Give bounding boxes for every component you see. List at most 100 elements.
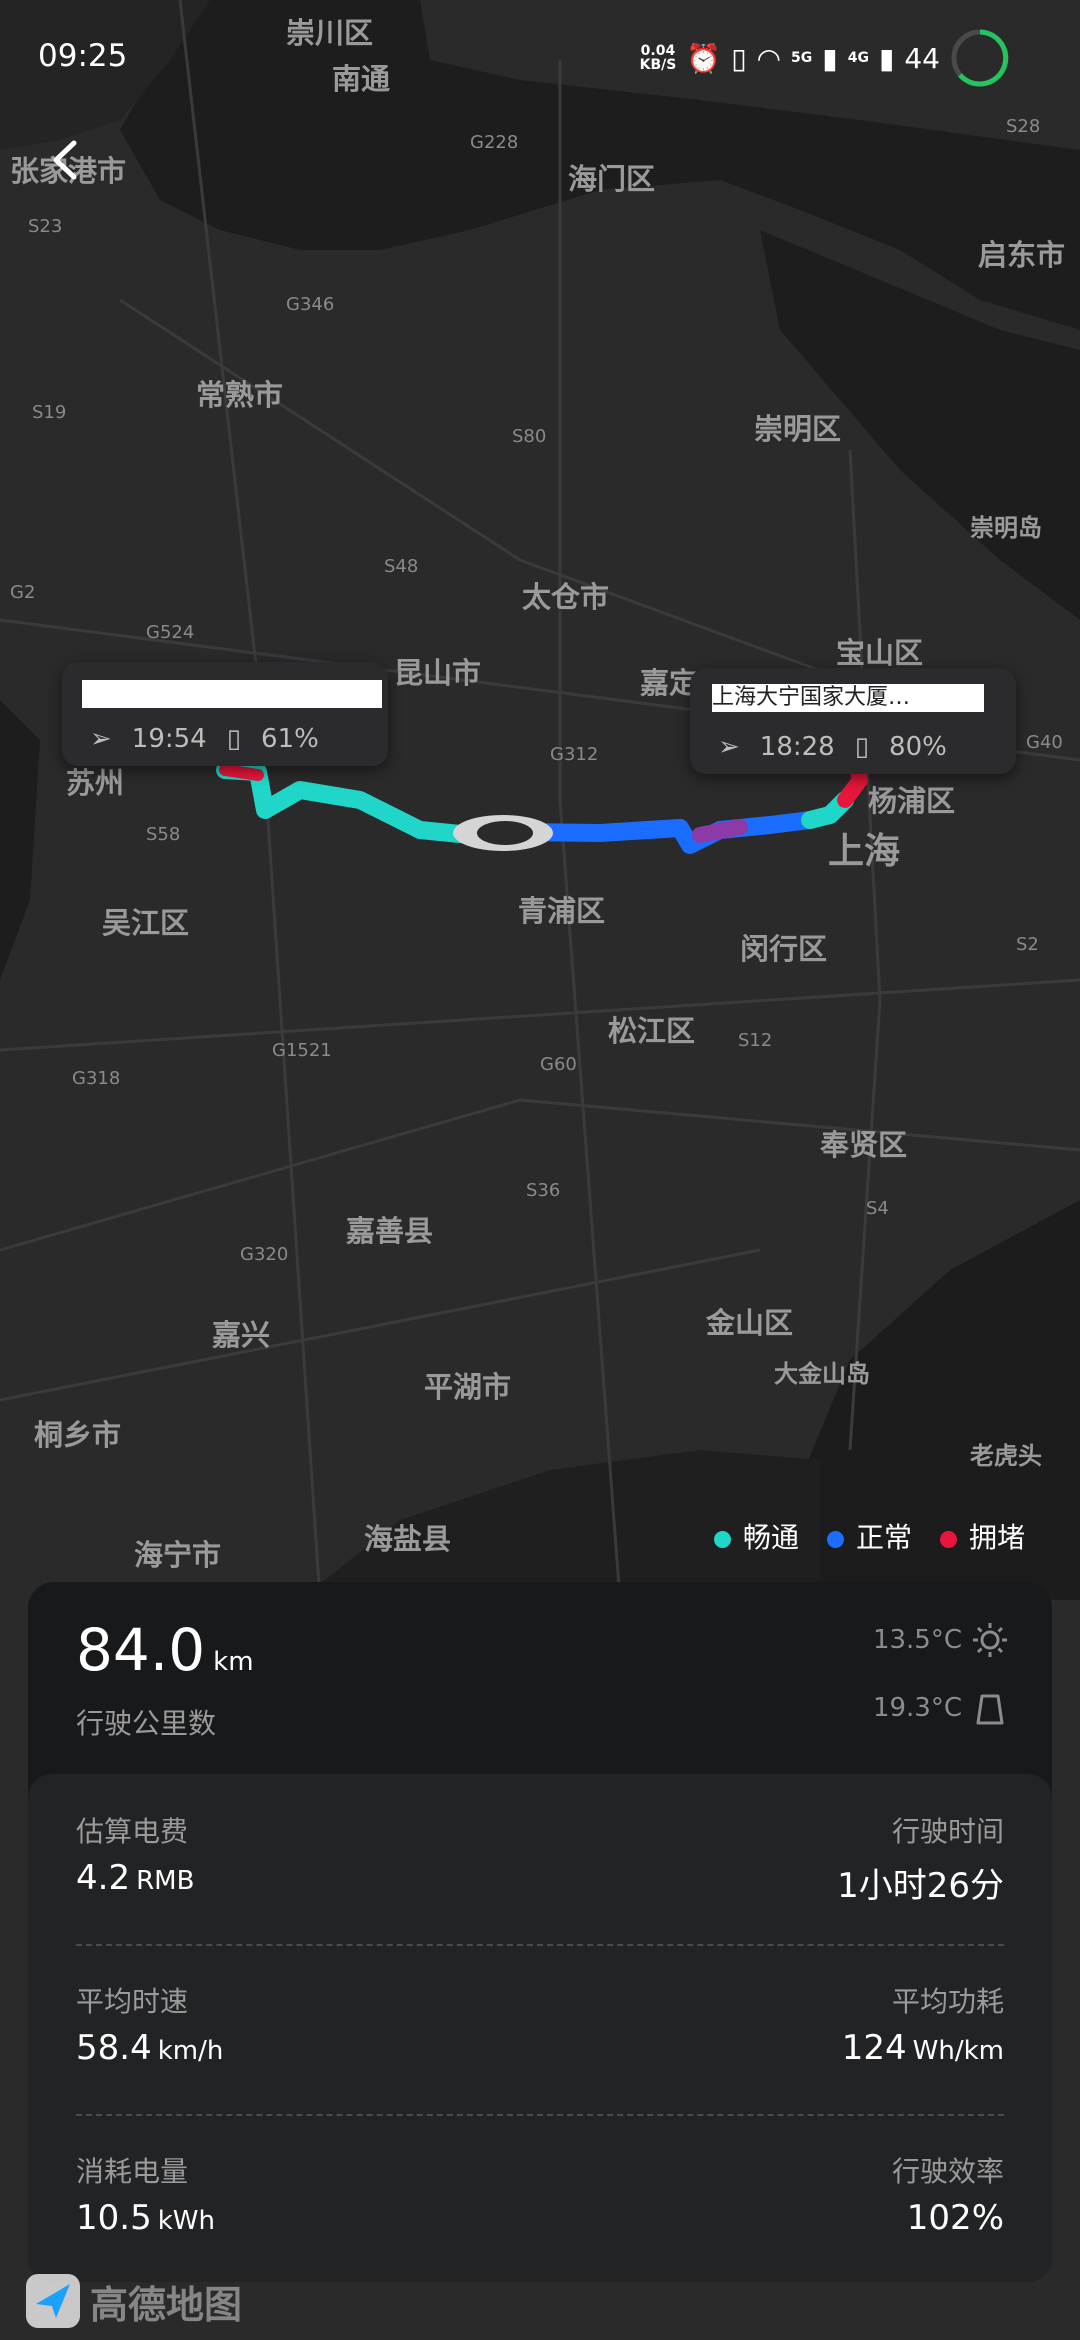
divider	[76, 2114, 1004, 2116]
signal-icon: ▮	[822, 41, 838, 75]
road-label: S58	[146, 824, 181, 845]
end-battery: 80%	[889, 732, 947, 762]
road-label: S80	[512, 426, 547, 447]
road-label: S12	[738, 1030, 773, 1051]
map-label: 启东市	[978, 238, 1066, 272]
vibrate-icon: ▯	[731, 41, 747, 75]
duration-label: 行驶时间	[891, 1815, 1004, 1848]
start-battery: 61%	[261, 724, 319, 754]
map-label: 金山区	[706, 1306, 794, 1340]
net-speed: 0.04 KB/S	[639, 43, 677, 73]
avg-power-value: 124 Wh/km	[841, 2028, 1004, 2068]
cost-label: 估算电费	[76, 1815, 189, 1848]
efficiency-value: 102%	[906, 2198, 1004, 2238]
battery-text: 44	[904, 41, 940, 75]
energy-label: 消耗电量	[76, 2155, 189, 2188]
road-label: G524	[146, 622, 195, 643]
road-label: S48	[384, 556, 419, 577]
status-time: 09:25	[38, 38, 128, 74]
trip-summary-card: 84.0 km 行驶公里数 13.5°C 19.3°C 估算电费 4.2 RMB 行…	[28, 1582, 1052, 2282]
map-label: 吴江区	[102, 906, 190, 940]
distance-label: 行驶公里数	[76, 1707, 217, 1740]
map-label: 平湖市	[424, 1370, 512, 1404]
map-label: 崇明区	[754, 412, 842, 446]
energy-value: 10.5 kWh	[76, 2198, 215, 2238]
amap-logo: 高德地图	[24, 2272, 242, 2330]
navigation-arrow-icon: ➢	[718, 732, 740, 762]
traffic-legend: 畅通 正常 拥堵	[713, 1516, 1025, 1556]
road-label: G40	[1026, 732, 1063, 753]
avg-power-label: 平均功耗	[891, 1985, 1004, 2018]
car-seat-icon	[976, 1694, 1004, 1725]
avg-speed-label: 平均时速	[76, 1985, 189, 2018]
road-label: G318	[72, 1068, 121, 1089]
map-label: 苏州	[66, 766, 125, 800]
battery-ring-icon	[951, 29, 1009, 87]
end-point-name: 上海大宁国家大厦…	[712, 684, 984, 712]
map-label: 嘉兴	[212, 1318, 271, 1352]
road-label: G1521	[272, 1040, 332, 1061]
map-label: 常熟市	[196, 378, 284, 412]
end-time: 18:28	[759, 732, 835, 762]
map-label: 崇明岛	[970, 514, 1042, 542]
inside-temp: 19.3°C	[873, 1690, 1008, 1726]
sun-icon	[973, 1623, 1007, 1657]
map-label: 闵行区	[740, 932, 828, 966]
battery-icon: ▯	[226, 724, 242, 754]
map-label: 昆山市	[394, 656, 482, 690]
start-point-callout[interactable]: ➢ 19:54 ▯ 61%	[62, 662, 388, 766]
map-label: 桐乡市	[34, 1418, 122, 1452]
map-label: 宝山区	[836, 636, 924, 670]
signal-4g-label: 4G	[847, 50, 869, 66]
alarm-icon: ⏰	[686, 41, 722, 75]
map-label: 大金山岛	[774, 1360, 870, 1388]
road-label: S28	[1006, 116, 1041, 137]
map-label: 杨浦区	[868, 784, 956, 818]
road-label: S36	[526, 1180, 561, 1201]
map-label: 青浦区	[518, 894, 606, 928]
map-label: 海宁市	[134, 1538, 222, 1572]
signal-icon: ▮	[878, 41, 895, 75]
map-label: 海盐县	[364, 1522, 452, 1556]
map-label: 嘉善县	[346, 1214, 434, 1248]
map-label: 松江区	[608, 1014, 696, 1048]
map-label: 太仓市	[522, 580, 610, 614]
battery-icon: ▯	[854, 732, 870, 762]
wifi-icon: ◠	[756, 41, 782, 75]
cost-value: 4.2 RMB	[76, 1858, 195, 1898]
end-point-meta: ➢ 18:28 ▯ 80%	[718, 732, 947, 762]
legend-item-congested: 拥堵	[939, 1516, 1025, 1556]
legend-item-smooth: 畅通	[713, 1516, 799, 1556]
trip-stats-panel: 估算电费 4.2 RMB 行驶时间 1小时26分 平均时速 58.4 km/h 平均…	[28, 1774, 1052, 2282]
divider	[76, 1944, 1004, 1946]
avg-speed-value: 58.4 km/h	[76, 2028, 224, 2068]
duration-value: 1小时26分	[837, 1866, 1004, 1906]
navigation-arrow-icon: ➢	[90, 724, 112, 754]
road-label: G228	[470, 132, 519, 153]
status-icons: 0.04 KB/S ⏰ ▯ ◠ 5G ▮ 4G ▮ 44	[639, 29, 1010, 87]
map-label: 老虎头	[970, 1442, 1042, 1470]
road-label: S4	[866, 1198, 889, 1219]
back-icon[interactable]	[42, 135, 92, 185]
status-bar: 09:25 0.04 KB/S ⏰ ▯ ◠ 5G ▮ 4G ▮ 44	[0, 0, 1080, 110]
road-label: G2	[10, 582, 36, 603]
road-label: S2	[1016, 934, 1039, 955]
start-point-name-redacted	[82, 680, 382, 708]
map-label: 海门区	[568, 162, 656, 196]
outside-temp: 13.5°C	[873, 1622, 1008, 1658]
end-point-callout[interactable]: 上海大宁国家大厦… ➢ 18:28 ▯ 80%	[690, 668, 1016, 774]
map-label: 上海	[828, 831, 901, 872]
road-label: G312	[550, 744, 599, 765]
car-icon	[453, 815, 553, 851]
road-label: S19	[32, 402, 67, 423]
legend-item-normal: 正常	[826, 1516, 912, 1556]
map-label: 奉贤区	[820, 1128, 908, 1162]
amap-logo-icon	[26, 2274, 80, 2328]
road-label: G60	[540, 1054, 577, 1075]
road-label: S23	[28, 216, 63, 237]
start-time: 19:54	[131, 724, 207, 754]
road-label: G320	[240, 1244, 289, 1265]
signal-5g-label: 5G	[791, 50, 813, 66]
distance-value: 84.0 km	[76, 1616, 254, 1684]
efficiency-label: 行驶效率	[891, 2155, 1004, 2188]
